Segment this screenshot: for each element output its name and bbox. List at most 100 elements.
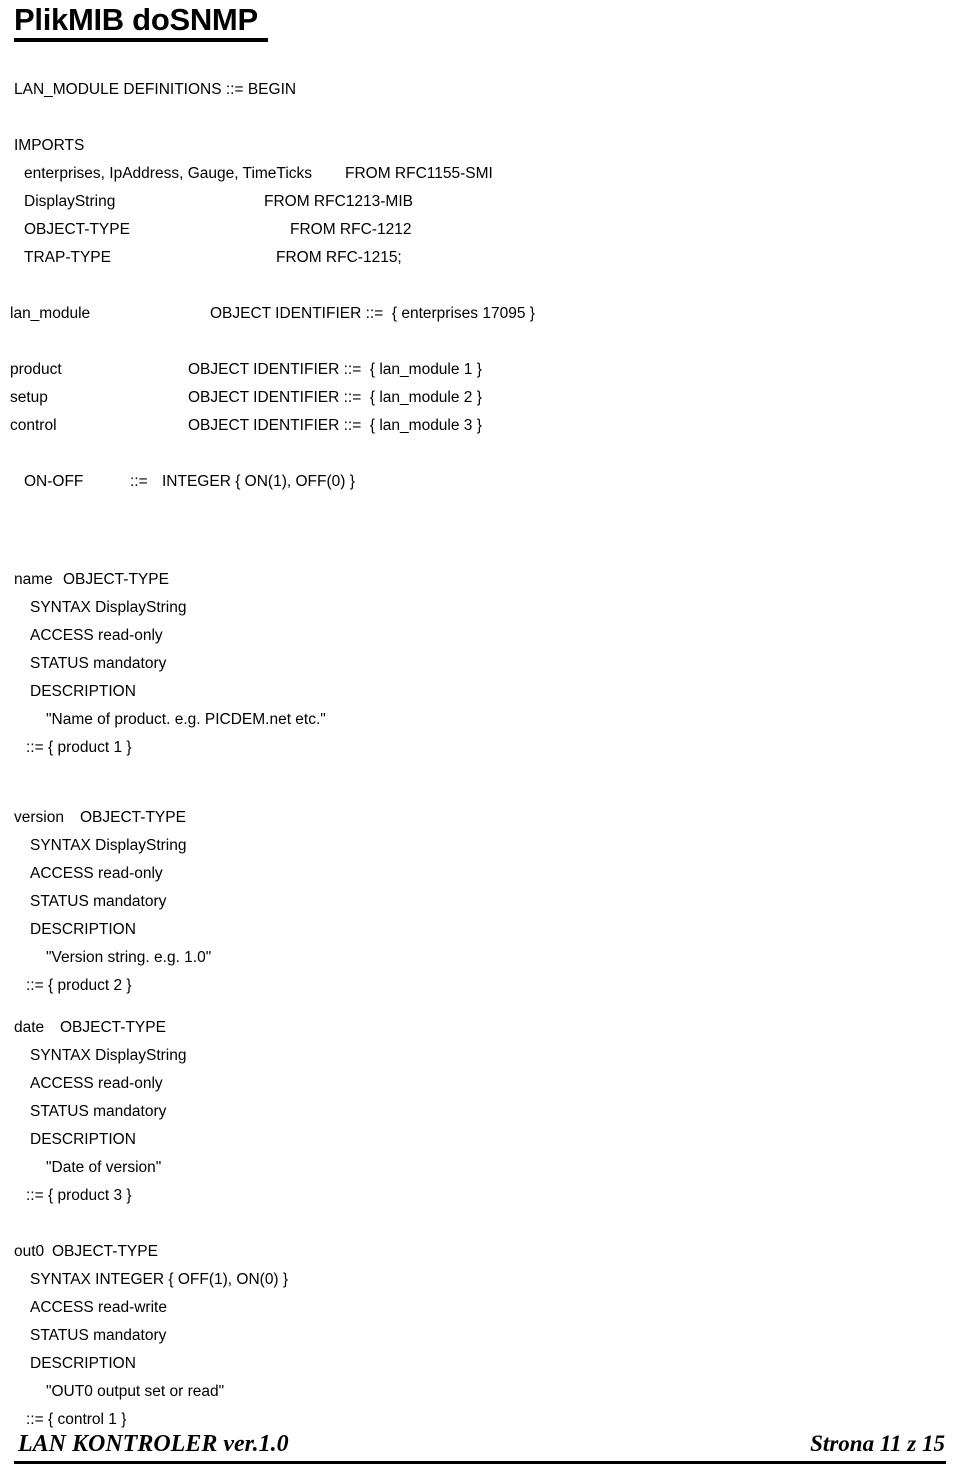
footer-page-number: Strona 11 z 15 [810, 1431, 945, 1456]
object-access-line: ACCESS read-only [0, 860, 960, 888]
object-status: STATUS mandatory [30, 1327, 167, 1344]
object-syntax: SYNTAX INTEGER { OFF(1), ON(0) } [30, 1271, 289, 1288]
document-page: PlikMIB doSNMP LAN_MODULE DEFINITIONS ::… [0, 0, 960, 1468]
object-name: name [14, 571, 53, 588]
object-description-keyword: DESCRIPTION [30, 1355, 136, 1372]
import-source: FROM RFC1213-MIB [264, 193, 413, 210]
object-description-line: "OUT0 output set or read" [0, 1378, 960, 1406]
object-status: STATUS mandatory [30, 893, 167, 910]
object-type-header: date OBJECT-TYPE [0, 1014, 960, 1042]
object-access-line: ACCESS read-only [0, 1070, 960, 1098]
page-title: PlikMIB doSNMP [14, 2, 258, 37]
object-access: ACCESS read-write [30, 1299, 167, 1316]
object-type-keyword: OBJECT-TYPE [52, 1243, 158, 1260]
oid-root-row: lan_module OBJECT IDENTIFIER ::= { enter… [0, 300, 960, 328]
oid-child-row: control OBJECT IDENTIFIER ::= { lan_modu… [0, 412, 960, 440]
object-name: date [14, 1019, 45, 1036]
object-description-keyword: DESCRIPTION [30, 921, 136, 938]
object-oid-line: ::= { product 2 } [0, 972, 960, 1000]
import-entry-row: enterprises, IpAddress, Gauge, TimeTicks… [0, 160, 960, 188]
object-oid: ::= { product 3 } [26, 1187, 132, 1204]
object-access-line: ACCESS read-only [0, 622, 960, 650]
oid-child-definition: OBJECT IDENTIFIER ::= { lan_module 2 } [188, 389, 482, 406]
object-description-keyword: DESCRIPTION [30, 683, 136, 700]
object-type-header: name OBJECT-TYPE [0, 566, 960, 594]
textual-convention-assign: ::= [130, 473, 148, 490]
oid-child-label: product [10, 361, 62, 378]
oid-child-definition: OBJECT IDENTIFIER ::= { lan_module 1 } [188, 361, 482, 378]
oid-child-row: product OBJECT IDENTIFIER ::= { lan_modu… [0, 356, 960, 384]
import-symbols: enterprises, IpAddress, Gauge, TimeTicks [24, 165, 313, 182]
textual-convention-name: ON-OFF [24, 473, 84, 490]
import-symbols: OBJECT-TYPE [24, 221, 130, 238]
import-symbols: DisplayString [24, 193, 116, 210]
oid-root-definition: OBJECT IDENTIFIER ::= { enterprises 1709… [210, 305, 535, 322]
object-syntax-line: SYNTAX DisplayString [0, 594, 960, 622]
oid-child-label: control [10, 417, 57, 434]
object-status: STATUS mandatory [30, 1103, 167, 1120]
object-description-line: "Name of product. e.g. PICDEM.net etc." [0, 706, 960, 734]
import-source: FROM RFC-1212 [290, 221, 412, 238]
object-syntax-line: SYNTAX INTEGER { OFF(1), ON(0) } [0, 1266, 960, 1294]
imports-keyword: IMPORTS [14, 137, 85, 154]
object-status-line: STATUS mandatory [0, 1322, 960, 1350]
footer-divider [14, 1461, 946, 1464]
object-type-keyword: OBJECT-TYPE [63, 571, 169, 588]
object-description-keyword-line: DESCRIPTION [0, 1126, 960, 1154]
mib-source-listing: LAN_MODULE DEFINITIONS ::= BEGIN IMPORTS… [0, 76, 960, 1434]
object-type-header: version OBJECT-TYPE [0, 804, 960, 832]
object-oid-line: ::= { product 3 } [0, 1182, 960, 1210]
import-symbols: TRAP-TYPE [24, 249, 111, 266]
oid-child-row: setup OBJECT IDENTIFIER ::= { lan_module… [0, 384, 960, 412]
module-definition-line: LAN_MODULE DEFINITIONS ::= BEGIN [0, 76, 960, 104]
footer-document-name: LAN KONTROLER ver.1.0 [18, 1431, 289, 1457]
import-entry-row: TRAP-TYPE FROM RFC-1215; [0, 244, 960, 272]
object-syntax: SYNTAX DisplayString [30, 1047, 187, 1064]
import-source: FROM RFC1155-SMI [345, 165, 493, 182]
object-access: ACCESS read-only [30, 865, 163, 882]
object-syntax-line: SYNTAX DisplayString [0, 832, 960, 860]
object-name: out0 [14, 1243, 45, 1260]
object-syntax-line: SYNTAX DisplayString [0, 1042, 960, 1070]
textual-convention-value: INTEGER { ON(1), OFF(0) } [162, 473, 355, 490]
object-syntax: SYNTAX DisplayString [30, 599, 187, 616]
object-access: ACCESS read-only [30, 627, 163, 644]
title-underline [14, 38, 268, 42]
import-entry-row: DisplayString FROM RFC1213-MIB [0, 188, 960, 216]
object-description-keyword: DESCRIPTION [30, 1131, 136, 1148]
object-status: STATUS mandatory [30, 655, 167, 672]
object-oid-line: ::= { product 1 } [0, 734, 960, 762]
import-source: FROM RFC-1215; [276, 249, 402, 266]
object-syntax: SYNTAX DisplayString [30, 837, 187, 854]
object-description-line: "Date of version" [0, 1154, 960, 1182]
oid-root-label: lan_module [10, 305, 91, 322]
object-access-line: ACCESS read-write [0, 1294, 960, 1322]
object-access: ACCESS read-only [30, 1075, 163, 1092]
page-footer: LAN KONTROLER ver.1.0 Strona 11 z 15 [0, 1428, 960, 1468]
imports-keyword-line: IMPORTS [0, 132, 960, 160]
object-description: "OUT0 output set or read" [46, 1383, 225, 1400]
object-description: "Version string. e.g. 1.0" [46, 949, 212, 966]
module-definition-text: LAN_MODULE DEFINITIONS ::= BEGIN [14, 81, 297, 98]
oid-child-definition: OBJECT IDENTIFIER ::= { lan_module 3 } [188, 417, 482, 434]
object-status-line: STATUS mandatory [0, 1098, 960, 1126]
object-type-keyword: OBJECT-TYPE [60, 1019, 166, 1036]
object-status-line: STATUS mandatory [0, 888, 960, 916]
object-name: version [14, 809, 64, 826]
object-type-header: out0 OBJECT-TYPE [0, 1238, 960, 1266]
textual-convention-row: ON-OFF ::= INTEGER { ON(1), OFF(0) } [0, 468, 960, 496]
object-description: "Date of version" [46, 1159, 162, 1176]
object-type-keyword: OBJECT-TYPE [80, 809, 186, 826]
object-oid: ::= { product 1 } [26, 739, 132, 756]
object-description: "Name of product. e.g. PICDEM.net etc." [46, 711, 326, 728]
object-status-line: STATUS mandatory [0, 650, 960, 678]
